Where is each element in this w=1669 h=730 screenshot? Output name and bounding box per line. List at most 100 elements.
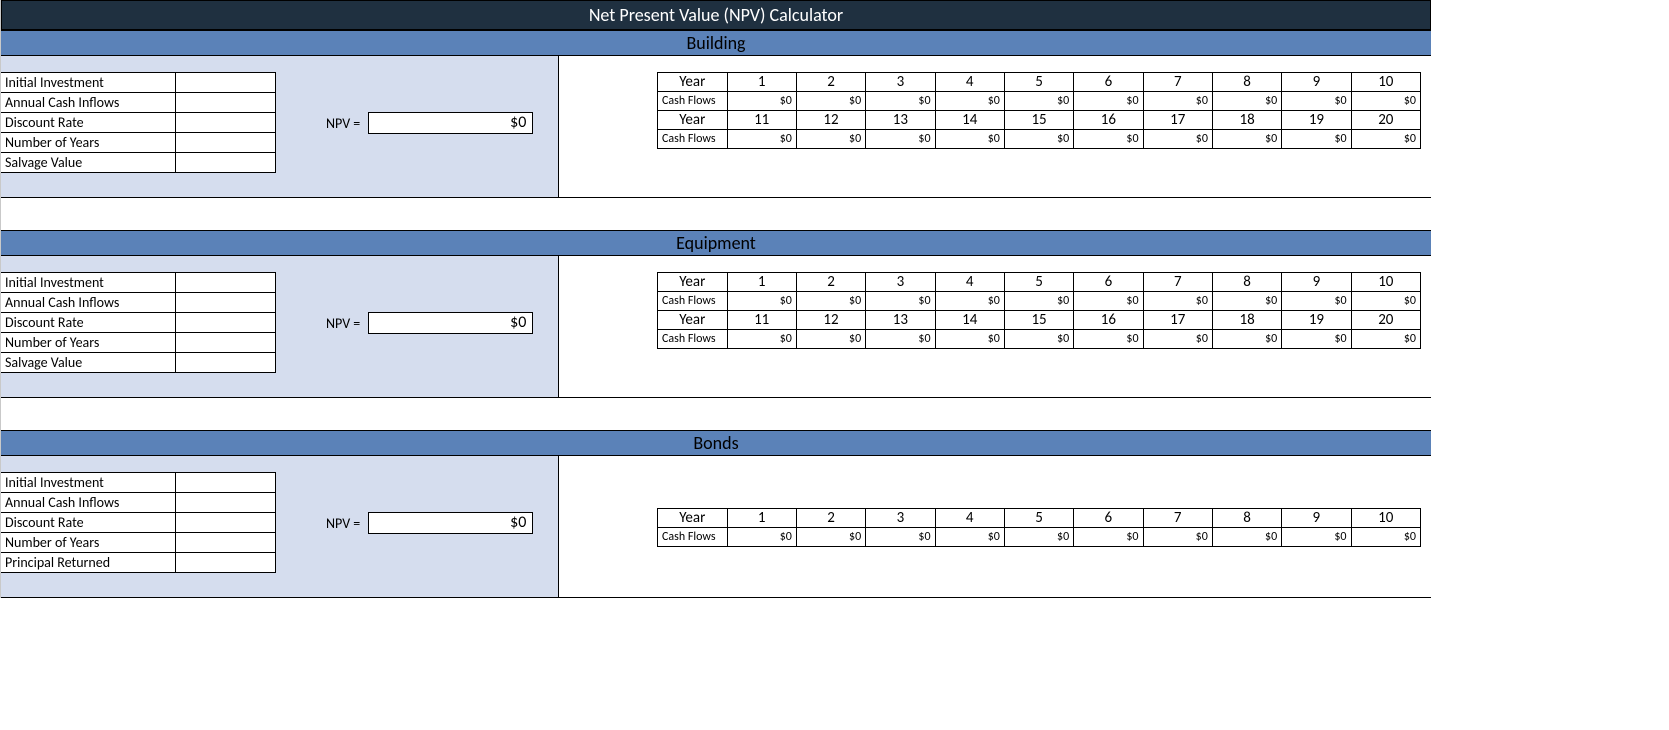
- cashflow-cell[interactable]: $0: [727, 292, 796, 311]
- input-number-of-years[interactable]: [176, 333, 276, 353]
- year-cell: 1: [727, 273, 796, 292]
- cashflow-cell[interactable]: $0: [727, 92, 796, 111]
- cashflow-cell[interactable]: $0: [935, 528, 1004, 547]
- npv-label: NPV =: [326, 515, 360, 532]
- cashflow-cell[interactable]: $0: [1143, 92, 1212, 111]
- year-header: Year: [658, 509, 728, 528]
- cashflow-cell[interactable]: $0: [1282, 330, 1351, 349]
- year-cell: 15: [1004, 111, 1073, 130]
- cashflow-cell[interactable]: $0: [1074, 330, 1143, 349]
- year-cell: 2: [796, 273, 865, 292]
- cashflow-header: Cash Flows: [658, 92, 728, 111]
- cashflow-cell[interactable]: $0: [727, 528, 796, 547]
- input-number-of-years[interactable]: [176, 533, 276, 553]
- cashflow-cell[interactable]: $0: [1004, 92, 1073, 111]
- cashflow-cell[interactable]: $0: [1282, 292, 1351, 311]
- cashflow-cell[interactable]: $0: [1282, 130, 1351, 149]
- year-header: Year: [658, 73, 728, 92]
- cashflow-cell[interactable]: $0: [935, 92, 1004, 111]
- inputs-panel-bonds: Initial Investment Annual Cash Inflows D…: [1, 456, 559, 597]
- year-cell: 5: [1004, 273, 1073, 292]
- cashflow-cell[interactable]: $0: [935, 130, 1004, 149]
- cashflow-panel-bonds: Year 1 2 3 4 5 6 7 8 9 10 Cash Flows $0 …: [559, 456, 1431, 597]
- label-initial-investment: Initial Investment: [1, 273, 176, 293]
- year-cell: 10: [1351, 73, 1420, 92]
- cashflow-cell[interactable]: $0: [1004, 330, 1073, 349]
- cashflow-cell[interactable]: $0: [866, 130, 935, 149]
- input-annual-cash-inflows[interactable]: [176, 293, 276, 313]
- cashflow-cell[interactable]: $0: [1074, 292, 1143, 311]
- input-discount-rate[interactable]: [176, 513, 276, 533]
- input-salvage-value[interactable]: [176, 153, 276, 173]
- cashflow-cell[interactable]: $0: [1074, 92, 1143, 111]
- year-cell: 17: [1143, 311, 1212, 330]
- cashflow-cell[interactable]: $0: [1212, 92, 1281, 111]
- label-number-of-years: Number of Years: [1, 533, 176, 553]
- label-principal-returned: Principal Returned: [1, 553, 176, 573]
- input-discount-rate[interactable]: [176, 313, 276, 333]
- cashflow-cell[interactable]: $0: [935, 292, 1004, 311]
- year-cell: 19: [1282, 311, 1351, 330]
- cashflow-cell[interactable]: $0: [796, 528, 865, 547]
- input-discount-rate[interactable]: [176, 113, 276, 133]
- year-cell: 19: [1282, 111, 1351, 130]
- year-cell: 6: [1074, 273, 1143, 292]
- input-initial-investment[interactable]: [176, 73, 276, 93]
- cashflow-cell[interactable]: $0: [1004, 130, 1073, 149]
- cashflow-cell[interactable]: $0: [866, 528, 935, 547]
- cashflow-cell[interactable]: $0: [1212, 292, 1281, 311]
- cashflow-header: Cash Flows: [658, 292, 728, 311]
- cashflow-cell[interactable]: $0: [796, 292, 865, 311]
- input-initial-investment[interactable]: [176, 473, 276, 493]
- cashflow-cell[interactable]: $0: [796, 92, 865, 111]
- label-number-of-years: Number of Years: [1, 133, 176, 153]
- cashflow-cell[interactable]: $0: [1143, 528, 1212, 547]
- cashflow-panel-equipment: Year 1 2 3 4 5 6 7 8 9 10 Cash Flows $0 …: [559, 256, 1431, 397]
- input-number-of-years[interactable]: [176, 133, 276, 153]
- input-annual-cash-inflows[interactable]: [176, 493, 276, 513]
- cashflow-cell[interactable]: $0: [1212, 330, 1281, 349]
- cashflow-cell[interactable]: $0: [1351, 330, 1420, 349]
- cashflow-cell[interactable]: $0: [796, 330, 865, 349]
- cashflow-cell[interactable]: $0: [866, 92, 935, 111]
- input-principal-returned[interactable]: [176, 553, 276, 573]
- label-annual-cash-inflows: Annual Cash Inflows: [1, 93, 176, 113]
- cashflow-cell[interactable]: $0: [1212, 528, 1281, 547]
- cashflow-cell[interactable]: $0: [727, 330, 796, 349]
- year-header: Year: [658, 311, 728, 330]
- cashflow-cell[interactable]: $0: [1212, 130, 1281, 149]
- input-initial-investment[interactable]: [176, 273, 276, 293]
- cashflow-cell[interactable]: $0: [866, 292, 935, 311]
- cashflow-cell[interactable]: $0: [1351, 92, 1420, 111]
- cashflow-cell[interactable]: $0: [1004, 292, 1073, 311]
- cashflow-cell[interactable]: $0: [1074, 130, 1143, 149]
- label-annual-cash-inflows: Annual Cash Inflows: [1, 493, 176, 513]
- cashflow-cell[interactable]: $0: [796, 130, 865, 149]
- cashflow-cell[interactable]: $0: [1004, 528, 1073, 547]
- year-cell: 9: [1282, 509, 1351, 528]
- year-cell: 2: [796, 73, 865, 92]
- cashflow-header: Cash Flows: [658, 330, 728, 349]
- input-annual-cash-inflows[interactable]: [176, 93, 276, 113]
- cashflow-cell[interactable]: $0: [1143, 130, 1212, 149]
- cashflow-cell[interactable]: $0: [935, 330, 1004, 349]
- year-cell: 12: [796, 111, 865, 130]
- cashflow-cell[interactable]: $0: [1282, 528, 1351, 547]
- label-salvage-value: Salvage Value: [1, 153, 176, 173]
- input-table-bonds: Initial Investment Annual Cash Inflows D…: [1, 472, 276, 573]
- cashflow-cell[interactable]: $0: [1351, 130, 1420, 149]
- label-annual-cash-inflows: Annual Cash Inflows: [1, 293, 176, 313]
- input-salvage-value[interactable]: [176, 353, 276, 373]
- cashflow-cell[interactable]: $0: [1282, 92, 1351, 111]
- cashflow-cell[interactable]: $0: [1351, 528, 1421, 547]
- cashflow-cell[interactable]: $0: [1351, 292, 1420, 311]
- year-cell: 3: [866, 509, 935, 528]
- cashflow-cell[interactable]: $0: [1143, 330, 1212, 349]
- cashflow-cell[interactable]: $0: [1143, 292, 1212, 311]
- year-cell: 16: [1074, 311, 1143, 330]
- cashflow-cell[interactable]: $0: [1074, 528, 1143, 547]
- cashflow-cell[interactable]: $0: [727, 130, 796, 149]
- year-cell: 18: [1212, 111, 1281, 130]
- cashflow-cell[interactable]: $0: [866, 330, 935, 349]
- year-cell: 10: [1351, 273, 1420, 292]
